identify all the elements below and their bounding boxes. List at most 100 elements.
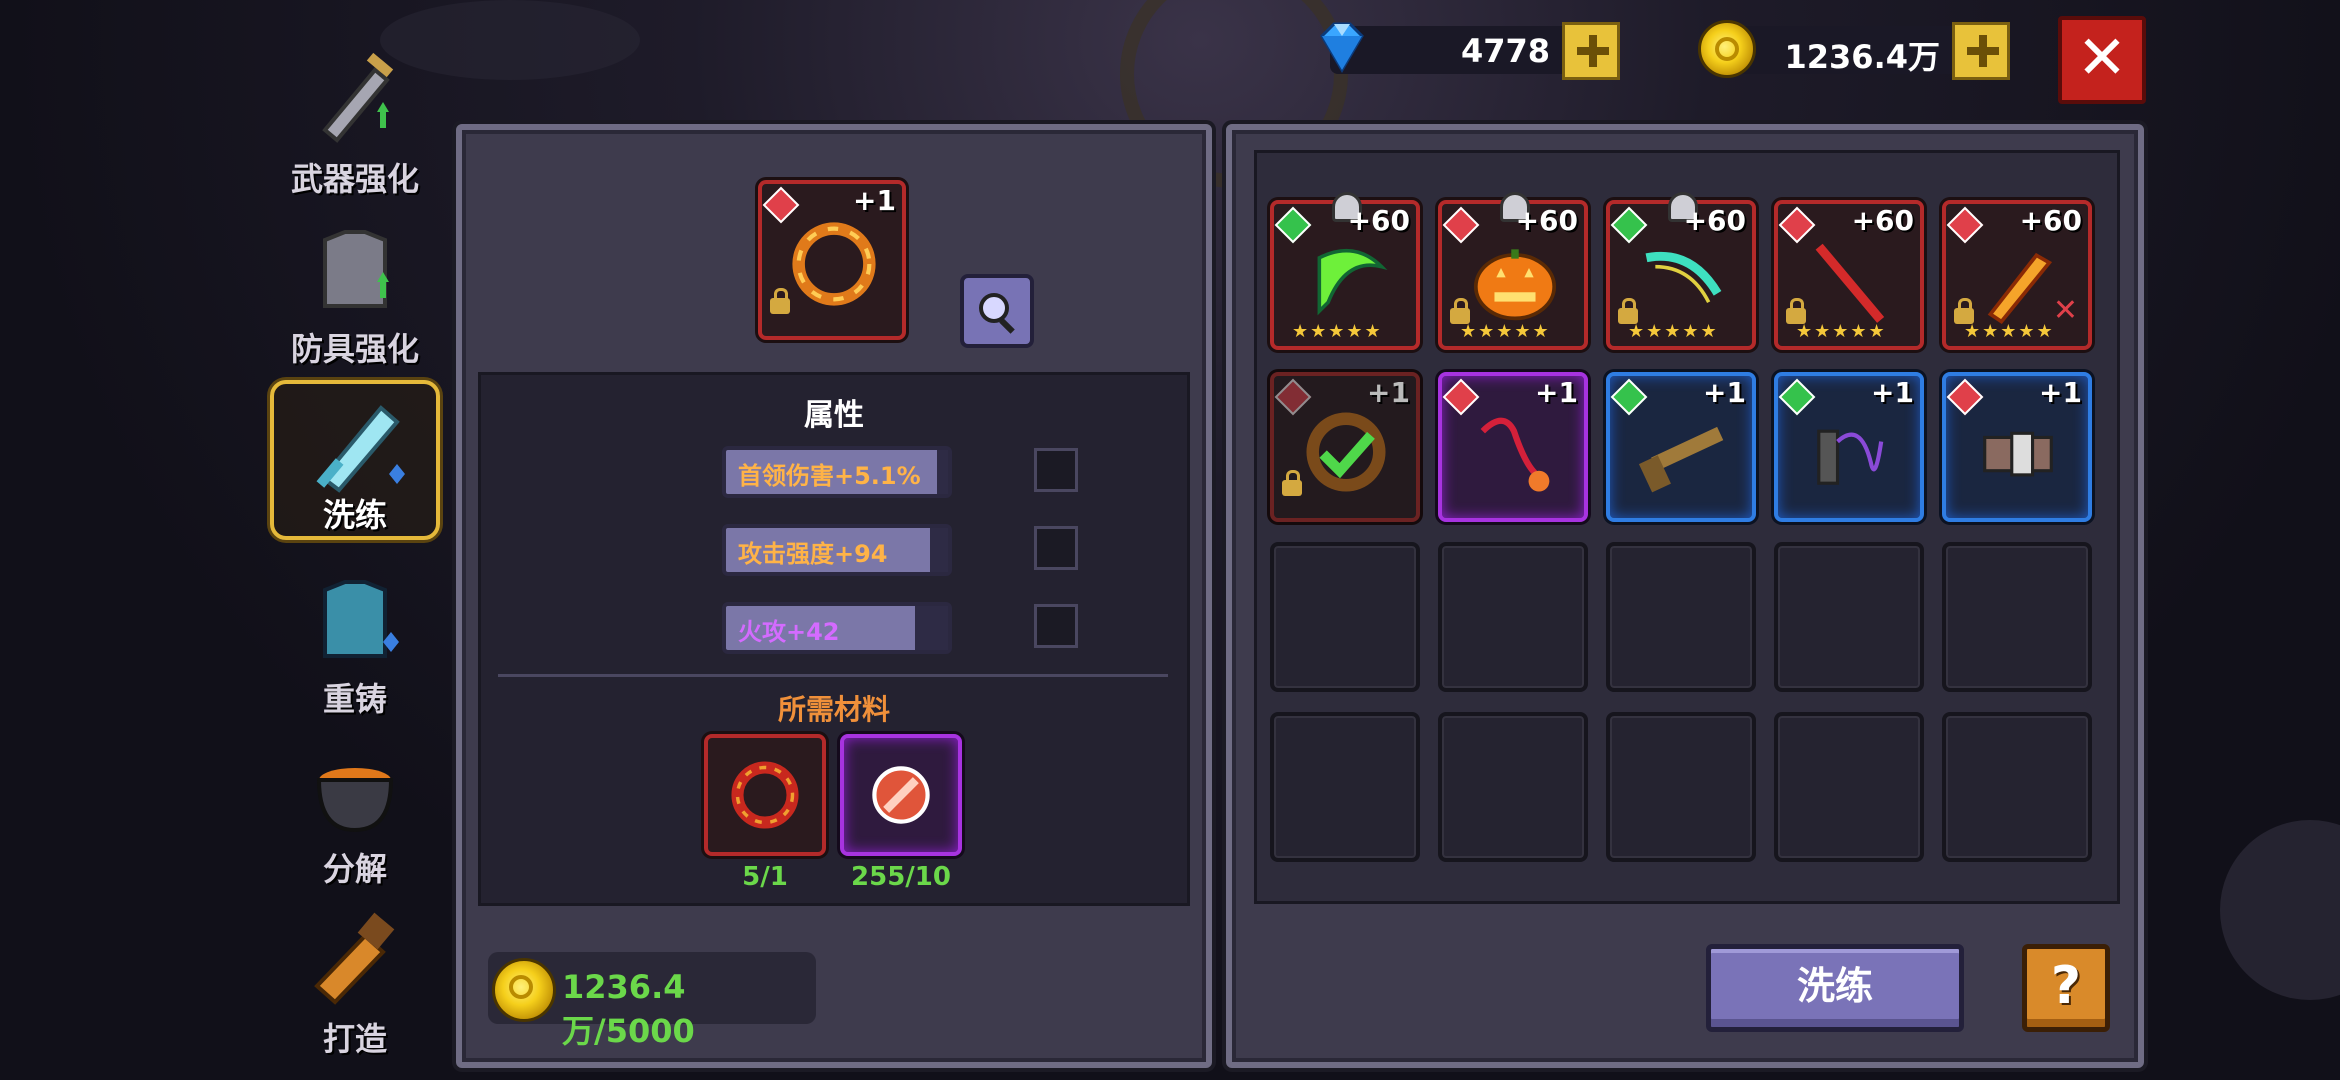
attribute-row: 首领伤害+5.1% — [722, 446, 952, 498]
gem-count: 4778 — [1460, 32, 1550, 70]
tab-forge[interactable]: 打造 — [270, 900, 440, 1060]
item-level: +60 — [1851, 204, 1914, 237]
coin-icon — [492, 958, 556, 1022]
inventory-item-red-spear[interactable]: +60 ★★★★★ — [1774, 200, 1924, 350]
empty-slot[interactable] — [1606, 712, 1756, 862]
material-slot[interactable] — [704, 734, 826, 856]
tab-label: 武器强化 — [290, 160, 419, 198]
recast-armor-icon — [323, 580, 399, 658]
sword-upgrade-icon — [322, 52, 394, 143]
coin-counter: 1236.4万 — [1698, 20, 2010, 80]
inventory-item-flame-sword[interactable]: +60 ✕ ★★★★★ — [1942, 200, 2092, 350]
cauldron-icon — [316, 768, 394, 833]
add-gems-button[interactable] — [1562, 22, 1620, 80]
flail-icon — [1817, 429, 1884, 485]
star-rating: ★★★★★ — [1964, 321, 2055, 342]
attribute-row: 攻击强度+94 — [722, 524, 952, 576]
lock-icon — [770, 288, 790, 314]
forge-icon — [314, 912, 395, 1005]
lock-attribute-checkbox[interactable] — [1034, 604, 1078, 648]
tab-armor-upgrade[interactable]: 防具强化 — [270, 210, 440, 370]
pumpkin-icon — [1473, 249, 1557, 321]
material-count: 5/1 — [742, 862, 788, 892]
tab-reforge[interactable]: 洗练 — [270, 380, 440, 540]
nature-element-icon — [1274, 206, 1312, 244]
empty-slot[interactable] — [1270, 542, 1420, 692]
empty-slot[interactable] — [1774, 542, 1924, 692]
tab-label: 洗练 — [322, 496, 387, 534]
cost-bar: 1236.4万/5000 — [488, 952, 816, 1050]
coin-count: 1236.4万 — [1784, 38, 1941, 76]
empty-slot[interactable] — [1942, 542, 2092, 692]
inventory-item-fire-ring-selected[interactable]: +1 — [1270, 372, 1420, 522]
attributes-title: 属性 — [804, 398, 864, 433]
fire-element-icon — [1778, 206, 1816, 244]
star-rating: ★★★★★ — [1460, 321, 1551, 342]
empty-slot[interactable] — [1942, 712, 2092, 862]
tab-weapon-upgrade[interactable]: 武器强化 — [270, 40, 440, 200]
star-rating: ★★★★★ — [1796, 321, 1887, 342]
lock-attribute-checkbox[interactable] — [1034, 448, 1078, 492]
tab-disassemble[interactable]: 分解 — [270, 730, 440, 890]
material-count: 255/10 — [851, 862, 951, 892]
reforge-button[interactable]: 洗练 — [1706, 944, 1964, 1032]
help-button[interactable]: ? — [2022, 944, 2110, 1032]
inspect-button[interactable] — [960, 274, 1034, 348]
inventory-item-flail[interactable]: +1 — [1774, 372, 1924, 522]
attribute-text: 火攻+42 — [738, 618, 840, 646]
empty-slot[interactable] — [1438, 712, 1588, 862]
nature-element-icon — [1610, 206, 1648, 244]
inventory-item-whip[interactable]: +1 — [1438, 372, 1588, 522]
unequip-x-icon: ✕ — [2052, 293, 2078, 328]
cost-text: 1236.4万/5000 — [562, 968, 695, 1050]
selected-item-slot[interactable]: +1 — [758, 180, 906, 340]
divider — [498, 674, 1168, 677]
inventory-item-jade-bow[interactable]: +60 ★★★★★ — [1606, 192, 1756, 350]
add-coins-button[interactable] — [1952, 22, 2010, 80]
diamond-icon — [1320, 22, 1364, 73]
attribute-bar-empty — [930, 528, 948, 572]
inventory-item-pumpkin[interactable]: +60 ★★★★★ — [1438, 192, 1588, 350]
inventory-item-gauntlet[interactable]: +1 — [1942, 372, 2092, 522]
item-level: +60 — [1347, 204, 1410, 237]
empty-slot[interactable] — [1270, 712, 1420, 862]
spear-icon — [1815, 243, 1885, 323]
attribute-bar-empty — [914, 606, 948, 650]
star-rating: ★★★★★ — [1292, 321, 1383, 342]
empty-slot[interactable] — [1606, 542, 1756, 692]
magnifier-icon — [979, 293, 1015, 334]
gauntlet-icon — [1983, 431, 2053, 477]
reforge-stone-icon — [872, 766, 930, 824]
fire-ring-icon — [792, 222, 876, 306]
empty-slot[interactable] — [1438, 542, 1588, 692]
attribute-bar-empty — [936, 450, 948, 494]
coin-icon — [1698, 20, 1756, 78]
reforge-crystal-sword-icon — [316, 405, 405, 493]
close-button[interactable]: ✕ — [2058, 16, 2146, 104]
item-level: +60 — [2019, 204, 2082, 237]
item-level: +60 — [1515, 204, 1578, 237]
tab-recast[interactable]: 重铸 — [270, 560, 440, 720]
scythe-icon — [1317, 248, 1388, 316]
inventory-item-shotgun[interactable]: +1 — [1606, 372, 1756, 522]
attribute-text: 攻击强度+94 — [738, 540, 888, 568]
lock-attribute-checkbox[interactable] — [1034, 526, 1078, 570]
attribute-text: 首领伤害+5.1% — [738, 462, 921, 490]
tab-label: 防具强化 — [290, 330, 419, 368]
tab-label: 分解 — [322, 850, 387, 888]
fire-ring-material-icon — [731, 761, 799, 829]
empty-slot[interactable] — [1774, 712, 1924, 862]
fire-ring-icon — [1306, 412, 1386, 492]
inventory-item-green-scythe[interactable]: +60 ★★★★★ — [1270, 192, 1420, 350]
fire-element-icon — [1946, 206, 1984, 244]
fire-element-icon — [1442, 206, 1480, 244]
bow-icon — [1645, 251, 1722, 304]
material-slot[interactable] — [840, 734, 962, 856]
attribute-row: 火攻+42 — [722, 602, 952, 654]
armor-upgrade-icon — [323, 230, 389, 308]
shotgun-icon — [1638, 426, 1724, 493]
item-level: +60 — [1683, 204, 1746, 237]
lock-icon — [1282, 470, 1302, 496]
whip-icon — [1480, 417, 1550, 492]
materials-title: 所需材料 — [777, 693, 890, 726]
